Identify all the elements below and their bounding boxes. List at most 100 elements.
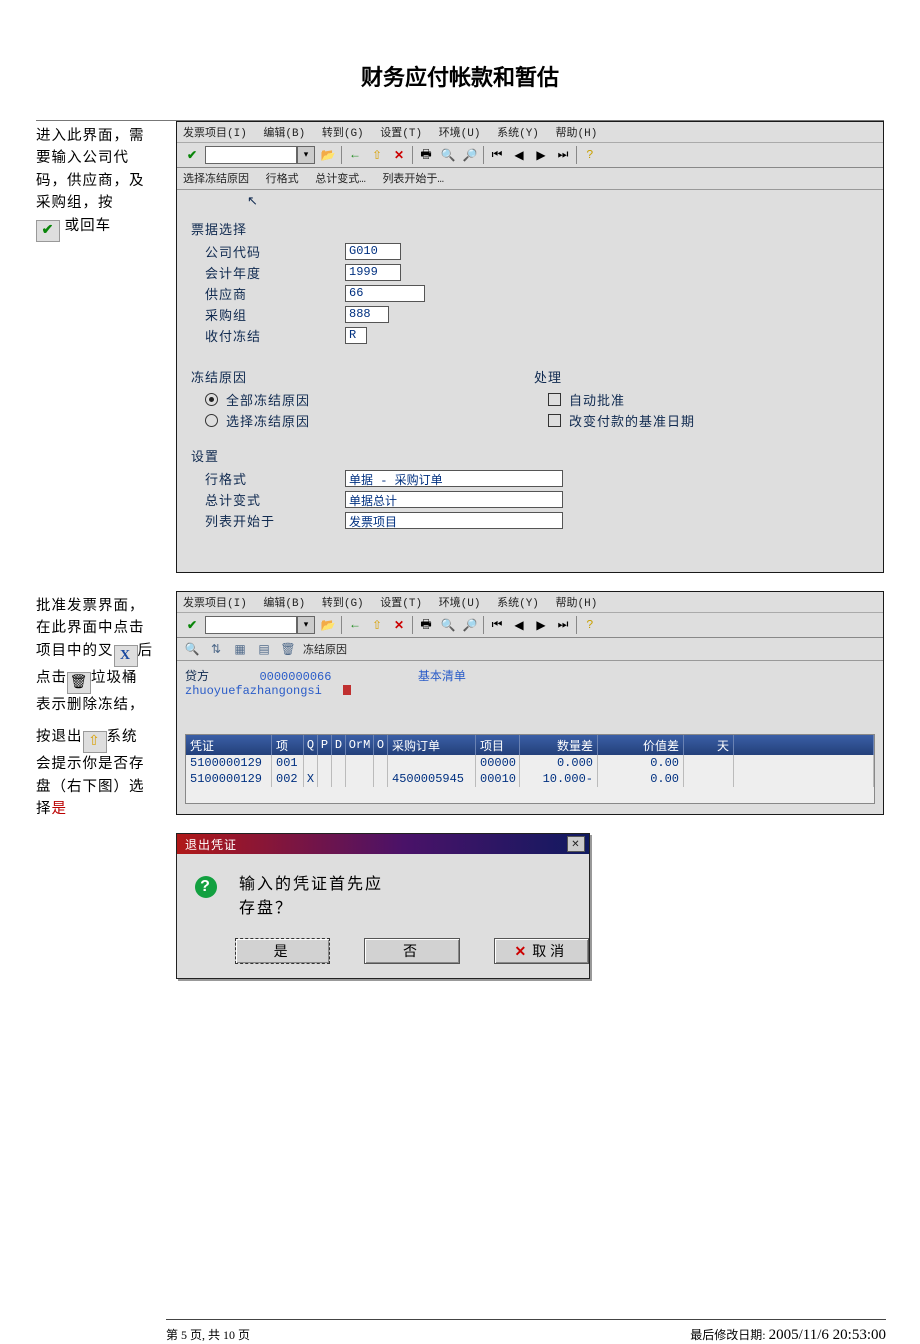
label-select-reasons: 选择冻结原因	[226, 411, 310, 430]
next-page-icon[interactable]: ▶	[532, 146, 550, 164]
col-item: 项	[272, 735, 304, 755]
label-list-start: 列表开始于	[205, 511, 345, 530]
cancel-icon[interactable]: ✕	[390, 146, 408, 164]
cursor-icon: ↖	[247, 194, 873, 209]
subbar-label: 冻结原因	[303, 641, 347, 657]
first-page-icon[interactable]: ⏮	[488, 146, 506, 164]
dialog-close-icon[interactable]: ✕	[567, 836, 585, 852]
search-icon[interactable]: 🔍	[183, 641, 201, 657]
find-icon[interactable]: 🔍	[439, 616, 457, 634]
prev-page-icon[interactable]: ◀	[510, 146, 528, 164]
menu-item[interactable]: 编辑(B)	[263, 128, 305, 140]
menu-item[interactable]: 编辑(B)	[263, 598, 305, 610]
subbar-item[interactable]: 列表开始于…	[382, 174, 444, 186]
menu-item[interactable]: 转到(G)	[322, 598, 364, 610]
subbar-item[interactable]: 总计变式…	[315, 174, 366, 186]
group-bill-select: 票据选择	[191, 219, 873, 238]
enter-icon[interactable]: ✔	[183, 146, 201, 164]
page-footer: 第 5 页, 共 10 页 最后修改日期: 2005/11/6 20:53:00	[166, 1319, 886, 1344]
dialog-text-2: 存盘？	[239, 894, 383, 918]
menu-item[interactable]: 环境(U)	[439, 598, 481, 610]
cancel-button[interactable]: ✕取消	[494, 938, 589, 964]
table-row[interactable]: 5100000129 002 X 4500005945 00010 10.000…	[186, 771, 874, 787]
sort-icon[interactable]: ⇅	[207, 641, 225, 657]
checkbox-auto-approve[interactable]	[548, 393, 561, 406]
first-page-icon[interactable]: ⏮	[488, 616, 506, 634]
open-folder-icon[interactable]: 📂	[319, 616, 337, 634]
menu-item[interactable]: 设置(T)	[380, 598, 422, 610]
subbar-item[interactable]: 选择冻结原因	[183, 174, 249, 186]
back-icon[interactable]: ←	[346, 146, 364, 164]
find-next-icon[interactable]: 🔎	[461, 146, 479, 164]
yes-button[interactable]: 是	[235, 938, 330, 964]
col-voucher: 凭证	[186, 735, 272, 755]
enter-icon[interactable]: ✔	[183, 616, 201, 634]
menu-item[interactable]: 设置(T)	[380, 128, 422, 140]
menu-item[interactable]: 帮助(H)	[556, 598, 598, 610]
sap-toolbar: ✔ ▾ 📂 ← ⇧ ✕ 🖶 🔍 🔎 ⏮ ◀ ▶ ⏭ ?	[177, 143, 883, 168]
radio-all-reasons[interactable]	[205, 393, 218, 406]
table-row[interactable]: 5100000129 001 00000 0.000 0.00	[186, 755, 874, 771]
no-button[interactable]: 否	[364, 938, 459, 964]
print-icon[interactable]: 🖶	[417, 146, 435, 164]
menu-item[interactable]: 环境(U)	[439, 128, 481, 140]
instruction-1: 进入此界面，需 要输入公司代 码，供应商，及 采购组，按 ✔ 或回车	[36, 121, 176, 246]
menu-item[interactable]: 帮助(H)	[556, 128, 598, 140]
exit-icon[interactable]: ⇧	[368, 616, 386, 634]
input-vendor[interactable]: 66	[345, 285, 425, 302]
ruler-icon[interactable]: ▤	[255, 641, 273, 657]
group-processing: 处理	[534, 367, 873, 386]
radio-select-reasons[interactable]	[205, 414, 218, 427]
help-icon[interactable]: ?	[581, 616, 599, 634]
checkbox-change-baseline-date[interactable]	[548, 414, 561, 427]
check-icon: ✔	[36, 220, 60, 242]
last-page-icon[interactable]: ⏭	[554, 616, 572, 634]
footer-mod-value: 2005/11/6 20:53:00	[769, 1327, 886, 1343]
input-total-variant[interactable]: 单据总计	[345, 491, 563, 508]
delete-icon[interactable]: 🗑	[279, 641, 297, 657]
subbar-item[interactable]: 行格式	[266, 174, 299, 186]
open-folder-icon[interactable]: 📂	[319, 146, 337, 164]
menu-item[interactable]: 系统(Y)	[497, 598, 539, 610]
input-payment-block[interactable]: R	[345, 327, 367, 344]
find-next-icon[interactable]: 🔎	[461, 616, 479, 634]
input-line-format[interactable]: 单据 - 采购订单	[345, 470, 563, 487]
tcode-combo[interactable]: ▾	[205, 616, 315, 634]
invoice-table: 凭证 项 Q P D OrM O 采购订单 项目 数量差 价值差 天	[185, 734, 875, 804]
value-vendor-name: zhuoyuefazhangongsi	[185, 684, 322, 698]
menu-item[interactable]: 发票项目(I)	[183, 128, 247, 140]
menu-item[interactable]: 系统(Y)	[497, 128, 539, 140]
find-icon[interactable]: 🔍	[439, 146, 457, 164]
help-icon[interactable]: ?	[581, 146, 599, 164]
last-page-icon[interactable]: ⏭	[554, 146, 572, 164]
label-company-code: 公司代码	[205, 242, 345, 261]
tcode-combo[interactable]: ▾	[205, 146, 315, 164]
prev-page-icon[interactable]: ◀	[510, 616, 528, 634]
next-page-icon[interactable]: ▶	[532, 616, 550, 634]
print-icon[interactable]: 🖶	[417, 616, 435, 634]
col-orm: OrM	[346, 735, 374, 755]
page-title: 财务应付帐款和暂估	[36, 60, 884, 92]
exit-icon: ⇧	[83, 731, 107, 753]
cancel-icon[interactable]: ✕	[390, 616, 408, 634]
col-q: Q	[304, 735, 318, 755]
input-list-start[interactable]: 发票项目	[345, 512, 563, 529]
layout-icon[interactable]: ▦	[231, 641, 249, 657]
sap-toolbar: ✔ ▾ 📂 ← ⇧ ✕ 🖶 🔍 🔎 ⏮ ◀ ▶	[177, 613, 883, 638]
marker-icon	[343, 685, 351, 695]
back-icon[interactable]: ←	[346, 616, 364, 634]
menu-item[interactable]: 转到(G)	[322, 128, 364, 140]
exit-icon[interactable]: ⇧	[368, 146, 386, 164]
table-header: 凭证 项 Q P D OrM O 采购订单 项目 数量差 价值差 天	[186, 735, 874, 755]
col-po-item: 项目	[476, 735, 520, 755]
label-line-format: 行格式	[205, 469, 345, 488]
footer-page: 第 5 页, 共 10 页	[166, 1326, 250, 1344]
input-company-code[interactable]: G010	[345, 243, 401, 260]
label-payment-block: 收付冻结	[205, 326, 345, 345]
menu-item[interactable]: 发票项目(I)	[183, 598, 247, 610]
input-fiscal-year[interactable]: 1999	[345, 264, 401, 281]
input-purch-group[interactable]: 888	[345, 306, 389, 323]
sap-menu-bar: 发票项目(I) 编辑(B) 转到(G) 设置(T) 环境(U) 系统(Y) 帮助…	[177, 592, 883, 613]
label-vendor: 供应商	[205, 284, 345, 303]
screenshot-2: 发票项目(I) 编辑(B) 转到(G) 设置(T) 环境(U) 系统(Y) 帮助…	[176, 591, 884, 815]
